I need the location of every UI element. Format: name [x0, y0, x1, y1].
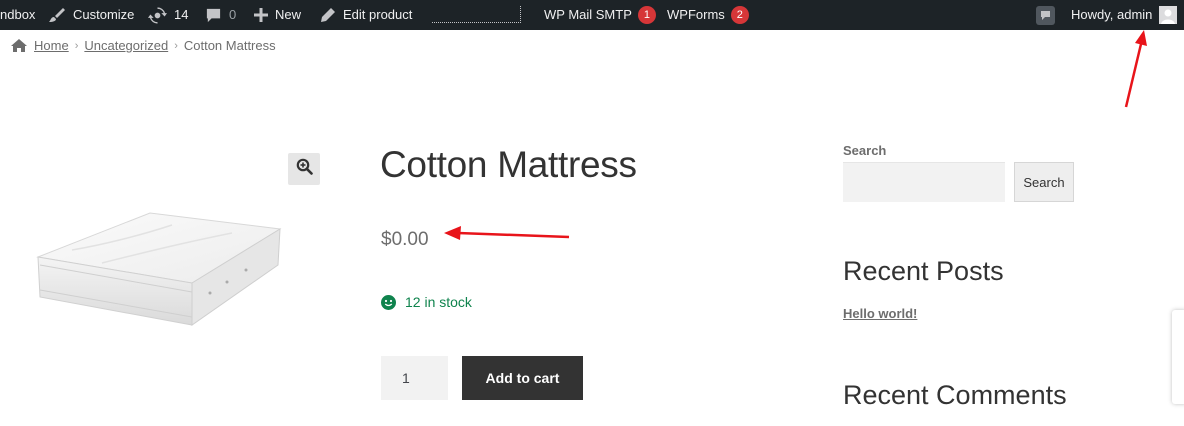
- account-arrow: [1124, 30, 1147, 108]
- chevron-right-icon: ›: [174, 39, 178, 52]
- customize-link[interactable]: Customize: [48, 0, 134, 30]
- comment-icon: [205, 7, 222, 24]
- updates-count: 14: [174, 7, 189, 22]
- product-title: Cotton Mattress: [380, 144, 637, 185]
- stock-text: 12 in stock: [405, 294, 472, 310]
- quantity-input[interactable]: [381, 356, 448, 400]
- plus-icon: [254, 8, 268, 22]
- wp-mail-smtp-link[interactable]: WP Mail SMTP 1: [544, 0, 656, 30]
- comments-link[interactable]: 0: [205, 0, 236, 30]
- notification-icon: [1036, 5, 1055, 25]
- edit-product-link[interactable]: Edit product: [320, 0, 412, 30]
- recaptcha-badge[interactable]: [1172, 310, 1184, 404]
- stock-status: 12 in stock: [381, 294, 472, 310]
- recent-posts-title: Recent Posts: [843, 256, 1004, 286]
- recent-comments-title: Recent Comments: [843, 380, 1067, 410]
- wp-mail-smtp-label: WP Mail SMTP: [544, 7, 632, 22]
- site-name-label: ndbox: [0, 7, 36, 22]
- updates-link[interactable]: 14: [148, 0, 188, 30]
- breadcrumb-home[interactable]: Home: [34, 38, 69, 53]
- my-account-link[interactable]: Howdy, admin: [1071, 0, 1178, 30]
- breadcrumb: Home › Uncategorized › Cotton Mattress: [11, 38, 276, 53]
- wpforms-label: WPForms: [667, 7, 725, 22]
- breadcrumb-current: Cotton Mattress: [183, 38, 276, 53]
- howdy-label: Howdy, admin: [1071, 7, 1153, 22]
- recent-post-link[interactable]: Hello world!: [843, 306, 917, 321]
- magnifier-icon: [296, 158, 313, 180]
- new-label: New: [275, 7, 302, 22]
- zoom-button[interactable]: [288, 153, 320, 185]
- price-arrow: [444, 226, 570, 240]
- edit-product-label: Edit product: [343, 7, 413, 22]
- product-price: $0.00: [381, 229, 429, 250]
- home-icon: [11, 39, 27, 52]
- new-content-link[interactable]: New: [254, 0, 301, 30]
- product-image[interactable]: [32, 205, 286, 336]
- pencil-icon: [320, 7, 336, 23]
- comments-count: 0: [229, 7, 237, 22]
- customize-label: Customize: [73, 7, 135, 22]
- wpforms-badge: 2: [730, 6, 749, 24]
- add-to-cart-button[interactable]: Add to cart: [462, 356, 583, 400]
- wp-mail-smtp-badge: 1: [637, 6, 656, 24]
- search-placeholder-area[interactable]: [432, 6, 521, 23]
- admin-bar: ndbox Customize 14 0 New Edit product WP…: [0, 0, 1184, 30]
- avatar: [1159, 6, 1178, 24]
- smiley-icon: [381, 294, 396, 310]
- search-label: Search: [843, 143, 887, 158]
- wpforms-link[interactable]: WPForms 2: [667, 0, 749, 30]
- notification-link[interactable]: [1036, 0, 1055, 30]
- search-input[interactable]: [843, 162, 1005, 202]
- site-name-link[interactable]: ndbox: [0, 0, 35, 30]
- updates-icon: [148, 6, 167, 25]
- chevron-right-icon: ›: [74, 39, 79, 52]
- brush-icon: [48, 6, 66, 24]
- breadcrumb-category[interactable]: Uncategorized: [84, 38, 168, 53]
- search-button[interactable]: Search: [1014, 162, 1074, 202]
